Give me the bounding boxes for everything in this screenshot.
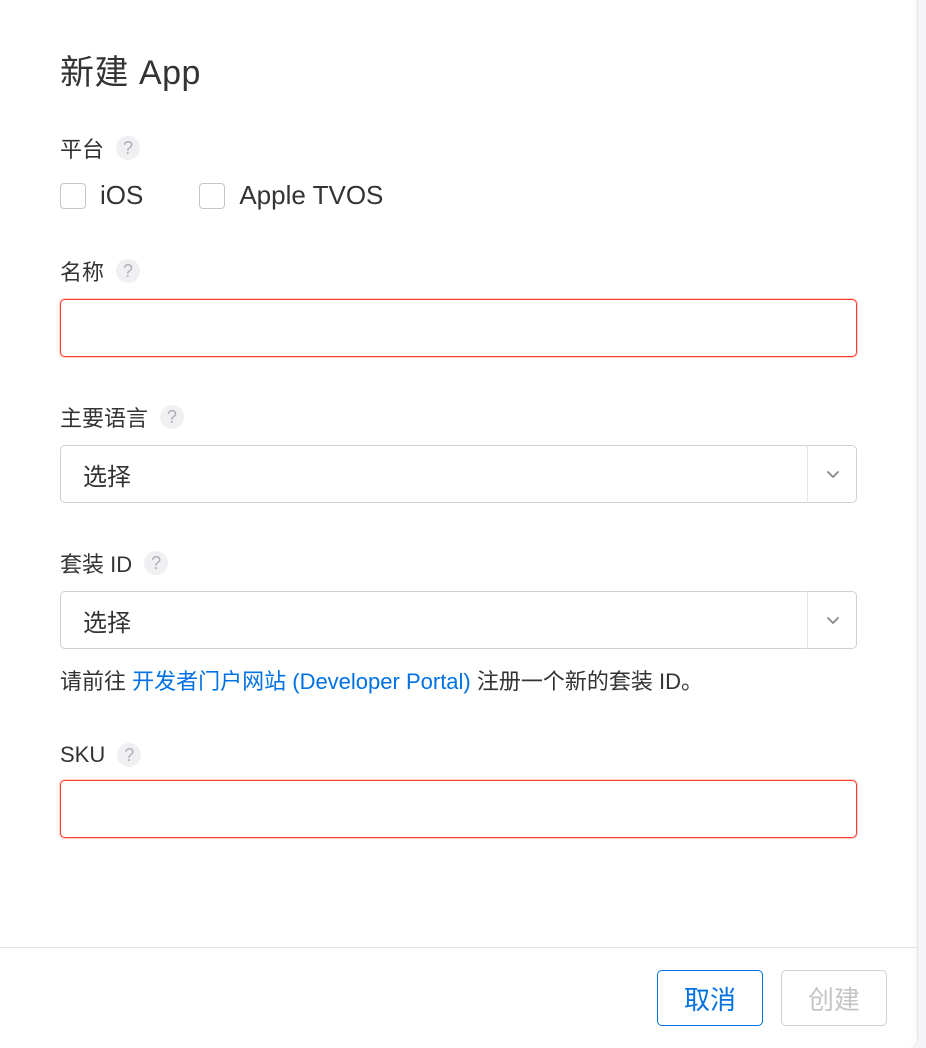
bundle-hint-suffix: 注册一个新的套装 ID。: [471, 669, 703, 694]
language-label-row: 主要语言 ?: [60, 401, 857, 433]
language-selected-value: 选择: [83, 457, 131, 492]
bundle-label: 套装 ID: [60, 547, 132, 579]
platform-label: 平台: [60, 132, 104, 164]
checkbox-label-ios: iOS: [100, 180, 143, 211]
checkbox-box: [199, 183, 225, 209]
new-app-modal: 新建 App 平台 ? iOS Apple TVOS 名称: [0, 0, 918, 1048]
help-icon[interactable]: ?: [160, 405, 184, 429]
bundle-label-row: 套装 ID ?: [60, 547, 857, 579]
cancel-button[interactable]: 取消: [657, 970, 763, 1026]
name-label-row: 名称 ?: [60, 255, 857, 287]
modal-body: 新建 App 平台 ? iOS Apple TVOS 名称: [0, 0, 917, 902]
create-button-label: 创建: [808, 980, 860, 1017]
bundle-select-wrap: 选择: [60, 591, 857, 649]
create-button[interactable]: 创建: [781, 970, 887, 1026]
help-icon[interactable]: ?: [116, 136, 140, 160]
language-label: 主要语言: [60, 401, 148, 433]
name-label: 名称: [60, 255, 104, 287]
help-icon[interactable]: ?: [144, 551, 168, 575]
platform-label-row: 平台 ?: [60, 132, 857, 164]
help-icon[interactable]: ?: [116, 259, 140, 283]
bundle-hint: 请前往 开发者门户网站 (Developer Portal) 注册一个新的套装 …: [60, 665, 857, 698]
modal-footer: 取消 创建: [0, 947, 917, 1048]
platform-tvos-checkbox[interactable]: Apple TVOS: [199, 180, 383, 211]
bundle-select[interactable]: 选择: [60, 591, 857, 649]
platform-ios-checkbox[interactable]: iOS: [60, 180, 143, 211]
platform-checkbox-row: iOS Apple TVOS: [60, 180, 857, 211]
name-input[interactable]: [60, 299, 857, 357]
help-icon[interactable]: ?: [117, 743, 141, 767]
sku-label-row: SKU ?: [60, 742, 857, 768]
language-select-wrap: 选择: [60, 445, 857, 503]
cancel-button-label: 取消: [684, 980, 736, 1017]
language-group: 主要语言 ? 选择: [60, 401, 857, 503]
platform-group: 平台 ? iOS Apple TVOS: [60, 132, 857, 211]
bundle-selected-value: 选择: [83, 603, 131, 638]
bundle-group: 套装 ID ? 选择 请前往 开发者门户网站 (Developer Portal…: [60, 547, 857, 698]
sku-group: SKU ?: [60, 742, 857, 838]
checkbox-box: [60, 183, 86, 209]
sku-input[interactable]: [60, 780, 857, 838]
bundle-hint-prefix: 请前往: [60, 669, 132, 694]
modal-title: 新建 App: [60, 45, 857, 94]
sku-label: SKU: [60, 742, 105, 768]
name-group: 名称 ?: [60, 255, 857, 357]
developer-portal-link[interactable]: 开发者门户网站 (Developer Portal): [132, 669, 471, 694]
language-select[interactable]: 选择: [60, 445, 857, 503]
checkbox-label-tvos: Apple TVOS: [239, 180, 383, 211]
